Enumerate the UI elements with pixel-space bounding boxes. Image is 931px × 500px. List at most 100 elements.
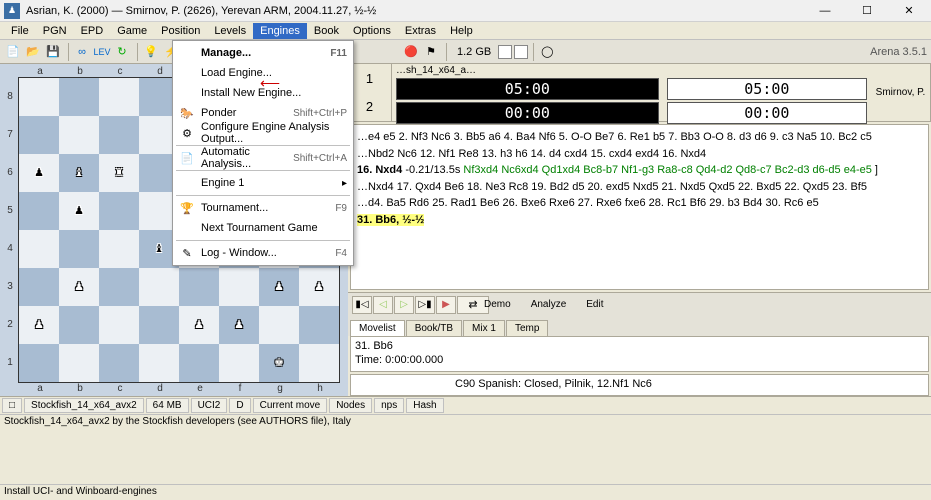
menu-item[interactable]: 🏆Tournament...F9: [175, 198, 351, 218]
menu-file[interactable]: File: [4, 23, 36, 39]
square-d3[interactable]: [139, 268, 179, 306]
square-f3[interactable]: [219, 268, 259, 306]
square-b5[interactable]: ♟: [59, 192, 99, 230]
engine-output: 31. Bb6 Time: 0:00:00.000: [350, 336, 929, 372]
close-button[interactable]: ✕: [889, 2, 929, 20]
square-c7[interactable]: [99, 116, 139, 154]
nav-first-button[interactable]: ▮◁: [352, 296, 372, 314]
square-a7[interactable]: [19, 116, 59, 154]
square-e3[interactable]: [179, 268, 219, 306]
menu-bar: FilePGNEPDGamePositionLevelsEnginesBookO…: [0, 22, 931, 40]
menu-game[interactable]: Game: [110, 23, 154, 39]
menu-options[interactable]: Options: [346, 23, 398, 39]
square-c3[interactable]: [99, 268, 139, 306]
menu-pgn[interactable]: PGN: [36, 23, 74, 39]
square-e2[interactable]: ♟: [179, 306, 219, 344]
square-f1[interactable]: [219, 344, 259, 382]
status-bar-1: □ Stockfish_14_x64_avx264 MBUCI2DCurrent…: [0, 396, 931, 414]
square-a2[interactable]: ♟: [19, 306, 59, 344]
square-a6[interactable]: ♟: [19, 154, 59, 192]
menu-item[interactable]: Manage...F11: [175, 43, 351, 63]
menu-help[interactable]: Help: [443, 23, 480, 39]
engine2-button[interactable]: 2: [348, 93, 391, 122]
nav-next-button[interactable]: ▷: [394, 296, 414, 314]
square-c8[interactable]: [99, 78, 139, 116]
tab-movelist[interactable]: Movelist: [350, 320, 405, 336]
menu-position[interactable]: Position: [154, 23, 207, 39]
app-icon: ♟: [4, 3, 20, 19]
memory-label: 1.2 GB: [457, 46, 491, 58]
opening-output: C90 Spanish: Closed, Pilnik, 12.Nf1 Nc6: [350, 374, 929, 396]
status-bar-2: Stockfish_14_x64_avx2 by the Stockfish d…: [0, 414, 931, 430]
status-bar-3: Install UCI- and Winboard-engines: [0, 484, 931, 500]
square-d2[interactable]: [139, 306, 179, 344]
red-toggle-icon[interactable]: 🔴: [402, 43, 420, 61]
square-a8[interactable]: [19, 78, 59, 116]
menu-item[interactable]: ⚙Configure Engine Analysis Output...: [175, 123, 351, 143]
menu-item[interactable]: Next Tournament Game: [175, 218, 351, 238]
menu-epd[interactable]: EPD: [74, 23, 111, 39]
square-g1[interactable]: ♚: [259, 344, 299, 382]
nav-last-button[interactable]: ▷▮: [415, 296, 435, 314]
menu-item[interactable]: 🐎PonderShift+Ctrl+P: [175, 103, 351, 123]
square-b8[interactable]: [59, 78, 99, 116]
square-b3[interactable]: ♟: [59, 268, 99, 306]
nav-play-button[interactable]: ▶: [436, 296, 456, 314]
menu-levels[interactable]: Levels: [207, 23, 253, 39]
square-g3[interactable]: ♟: [259, 268, 299, 306]
square-b2[interactable]: [59, 306, 99, 344]
nav-prev-button[interactable]: ◁: [373, 296, 393, 314]
open-icon[interactable]: 📂: [24, 43, 42, 61]
box-button-2[interactable]: [514, 45, 528, 59]
save-icon[interactable]: 💾: [44, 43, 62, 61]
minimize-button[interactable]: —: [805, 2, 845, 20]
square-b6[interactable]: ♝: [59, 154, 99, 192]
menu-extras[interactable]: Extras: [398, 23, 443, 39]
menu-item[interactable]: ✎Log - Window...F4: [175, 243, 351, 263]
square-h2[interactable]: [299, 306, 339, 344]
level-icon[interactable]: LEV: [93, 43, 111, 61]
square-h3[interactable]: ♟: [299, 268, 339, 306]
box-button-1[interactable]: [498, 45, 512, 59]
square-c1[interactable]: [99, 344, 139, 382]
analyze-button[interactable]: Analyze: [531, 299, 567, 310]
infinity-icon[interactable]: ∞: [73, 43, 91, 61]
square-d1[interactable]: [139, 344, 179, 382]
menu-item[interactable]: 📄Automatic Analysis...Shift+Ctrl+A: [175, 148, 351, 168]
square-a1[interactable]: [19, 344, 59, 382]
square-b4[interactable]: [59, 230, 99, 268]
circle-icon[interactable]: ◯: [538, 43, 556, 61]
square-e1[interactable]: [179, 344, 219, 382]
flag-icon[interactable]: ⚑: [422, 43, 440, 61]
square-h1[interactable]: [299, 344, 339, 382]
menu-item[interactable]: Install New Engine...: [175, 83, 351, 103]
square-a3[interactable]: [19, 268, 59, 306]
new-icon[interactable]: 📄: [4, 43, 22, 61]
engine1-button[interactable]: 1: [348, 64, 391, 93]
hint-icon[interactable]: 💡: [142, 43, 160, 61]
edit-button[interactable]: Edit: [586, 299, 603, 310]
moves-pane[interactable]: …e4 e5 2. Nf3 Nc6 3. Bb5 a6 4. Ba4 Nf6 5…: [350, 124, 929, 290]
maximize-button[interactable]: ☐: [847, 2, 887, 20]
menu-book[interactable]: Book: [307, 23, 346, 39]
title-bar: ♟ Asrian, K. (2000) — Smirnov, P. (2626)…: [0, 0, 931, 22]
square-b1[interactable]: [59, 344, 99, 382]
square-c4[interactable]: [99, 230, 139, 268]
tab-book/tb[interactable]: Book/TB: [406, 320, 462, 336]
tab-temp[interactable]: Temp: [506, 320, 548, 336]
menu-engines[interactable]: Engines: [253, 23, 307, 39]
square-c5[interactable]: [99, 192, 139, 230]
square-b7[interactable]: [59, 116, 99, 154]
menu-item[interactable]: Load Engine...: [175, 63, 351, 83]
square-a4[interactable]: [19, 230, 59, 268]
menu-item[interactable]: Engine 1: [175, 173, 351, 193]
toolbar: 📄 📂 💾 ∞ LEV ↻ 💡 ⚡ 🔴 ⚑ 1.2 GB ◯ Arena 3.5…: [0, 40, 931, 64]
tab-mix 1[interactable]: Mix 1: [463, 320, 505, 336]
square-g2[interactable]: [259, 306, 299, 344]
square-c6[interactable]: ♜: [99, 154, 139, 192]
square-f2[interactable]: ♟: [219, 306, 259, 344]
window-title: Asrian, K. (2000) — Smirnov, P. (2626), …: [26, 5, 805, 17]
square-c2[interactable]: [99, 306, 139, 344]
square-a5[interactable]: [19, 192, 59, 230]
reload-icon[interactable]: ↻: [113, 43, 131, 61]
